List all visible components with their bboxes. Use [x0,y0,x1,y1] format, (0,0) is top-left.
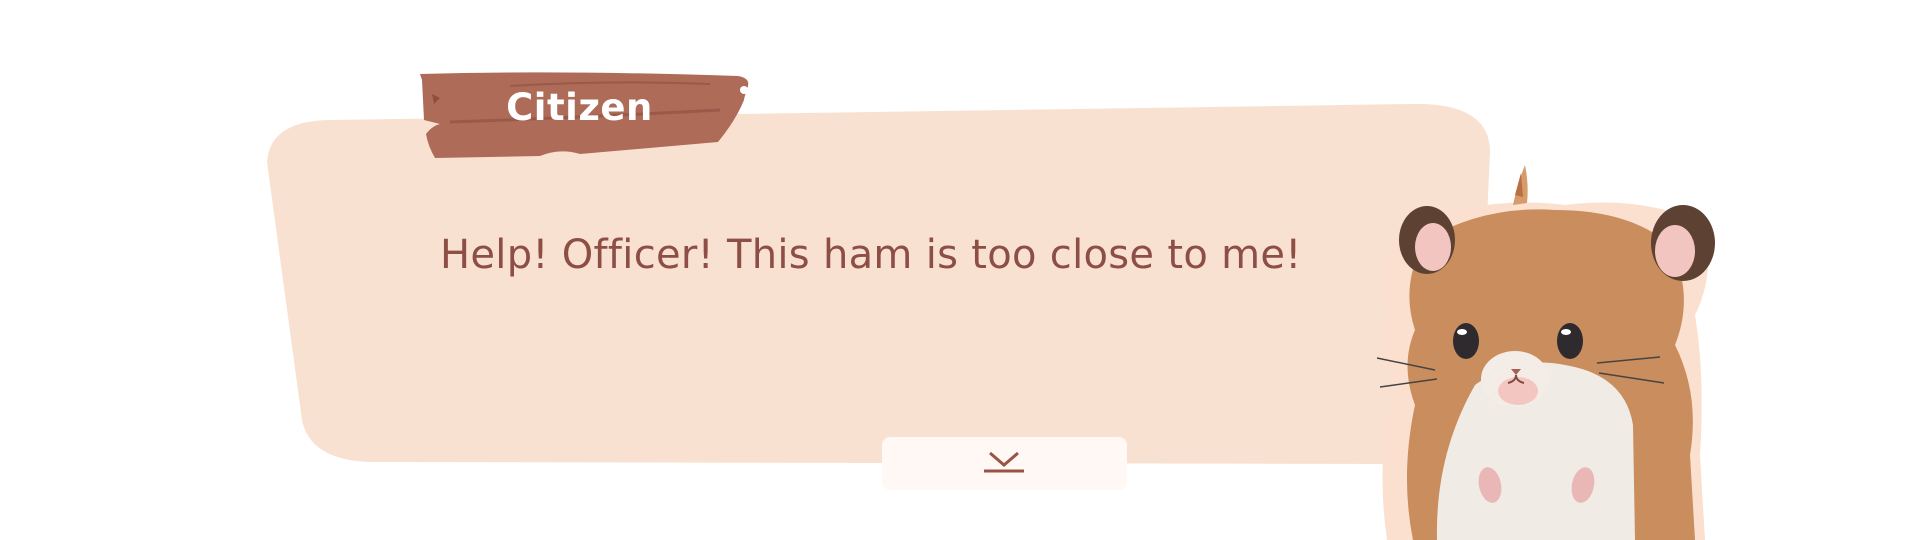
speaker-name: Citizen [506,86,653,129]
dialog-line: Help! Officer! This ham is too close to … [440,232,1302,278]
chevron-down-bar-icon [984,451,1024,473]
hamster-character [1376,165,1715,540]
next-dialog-button[interactable] [882,437,1127,489]
dialog-scene: Citizen Help! Officer! This ham is too c… [0,0,1920,540]
